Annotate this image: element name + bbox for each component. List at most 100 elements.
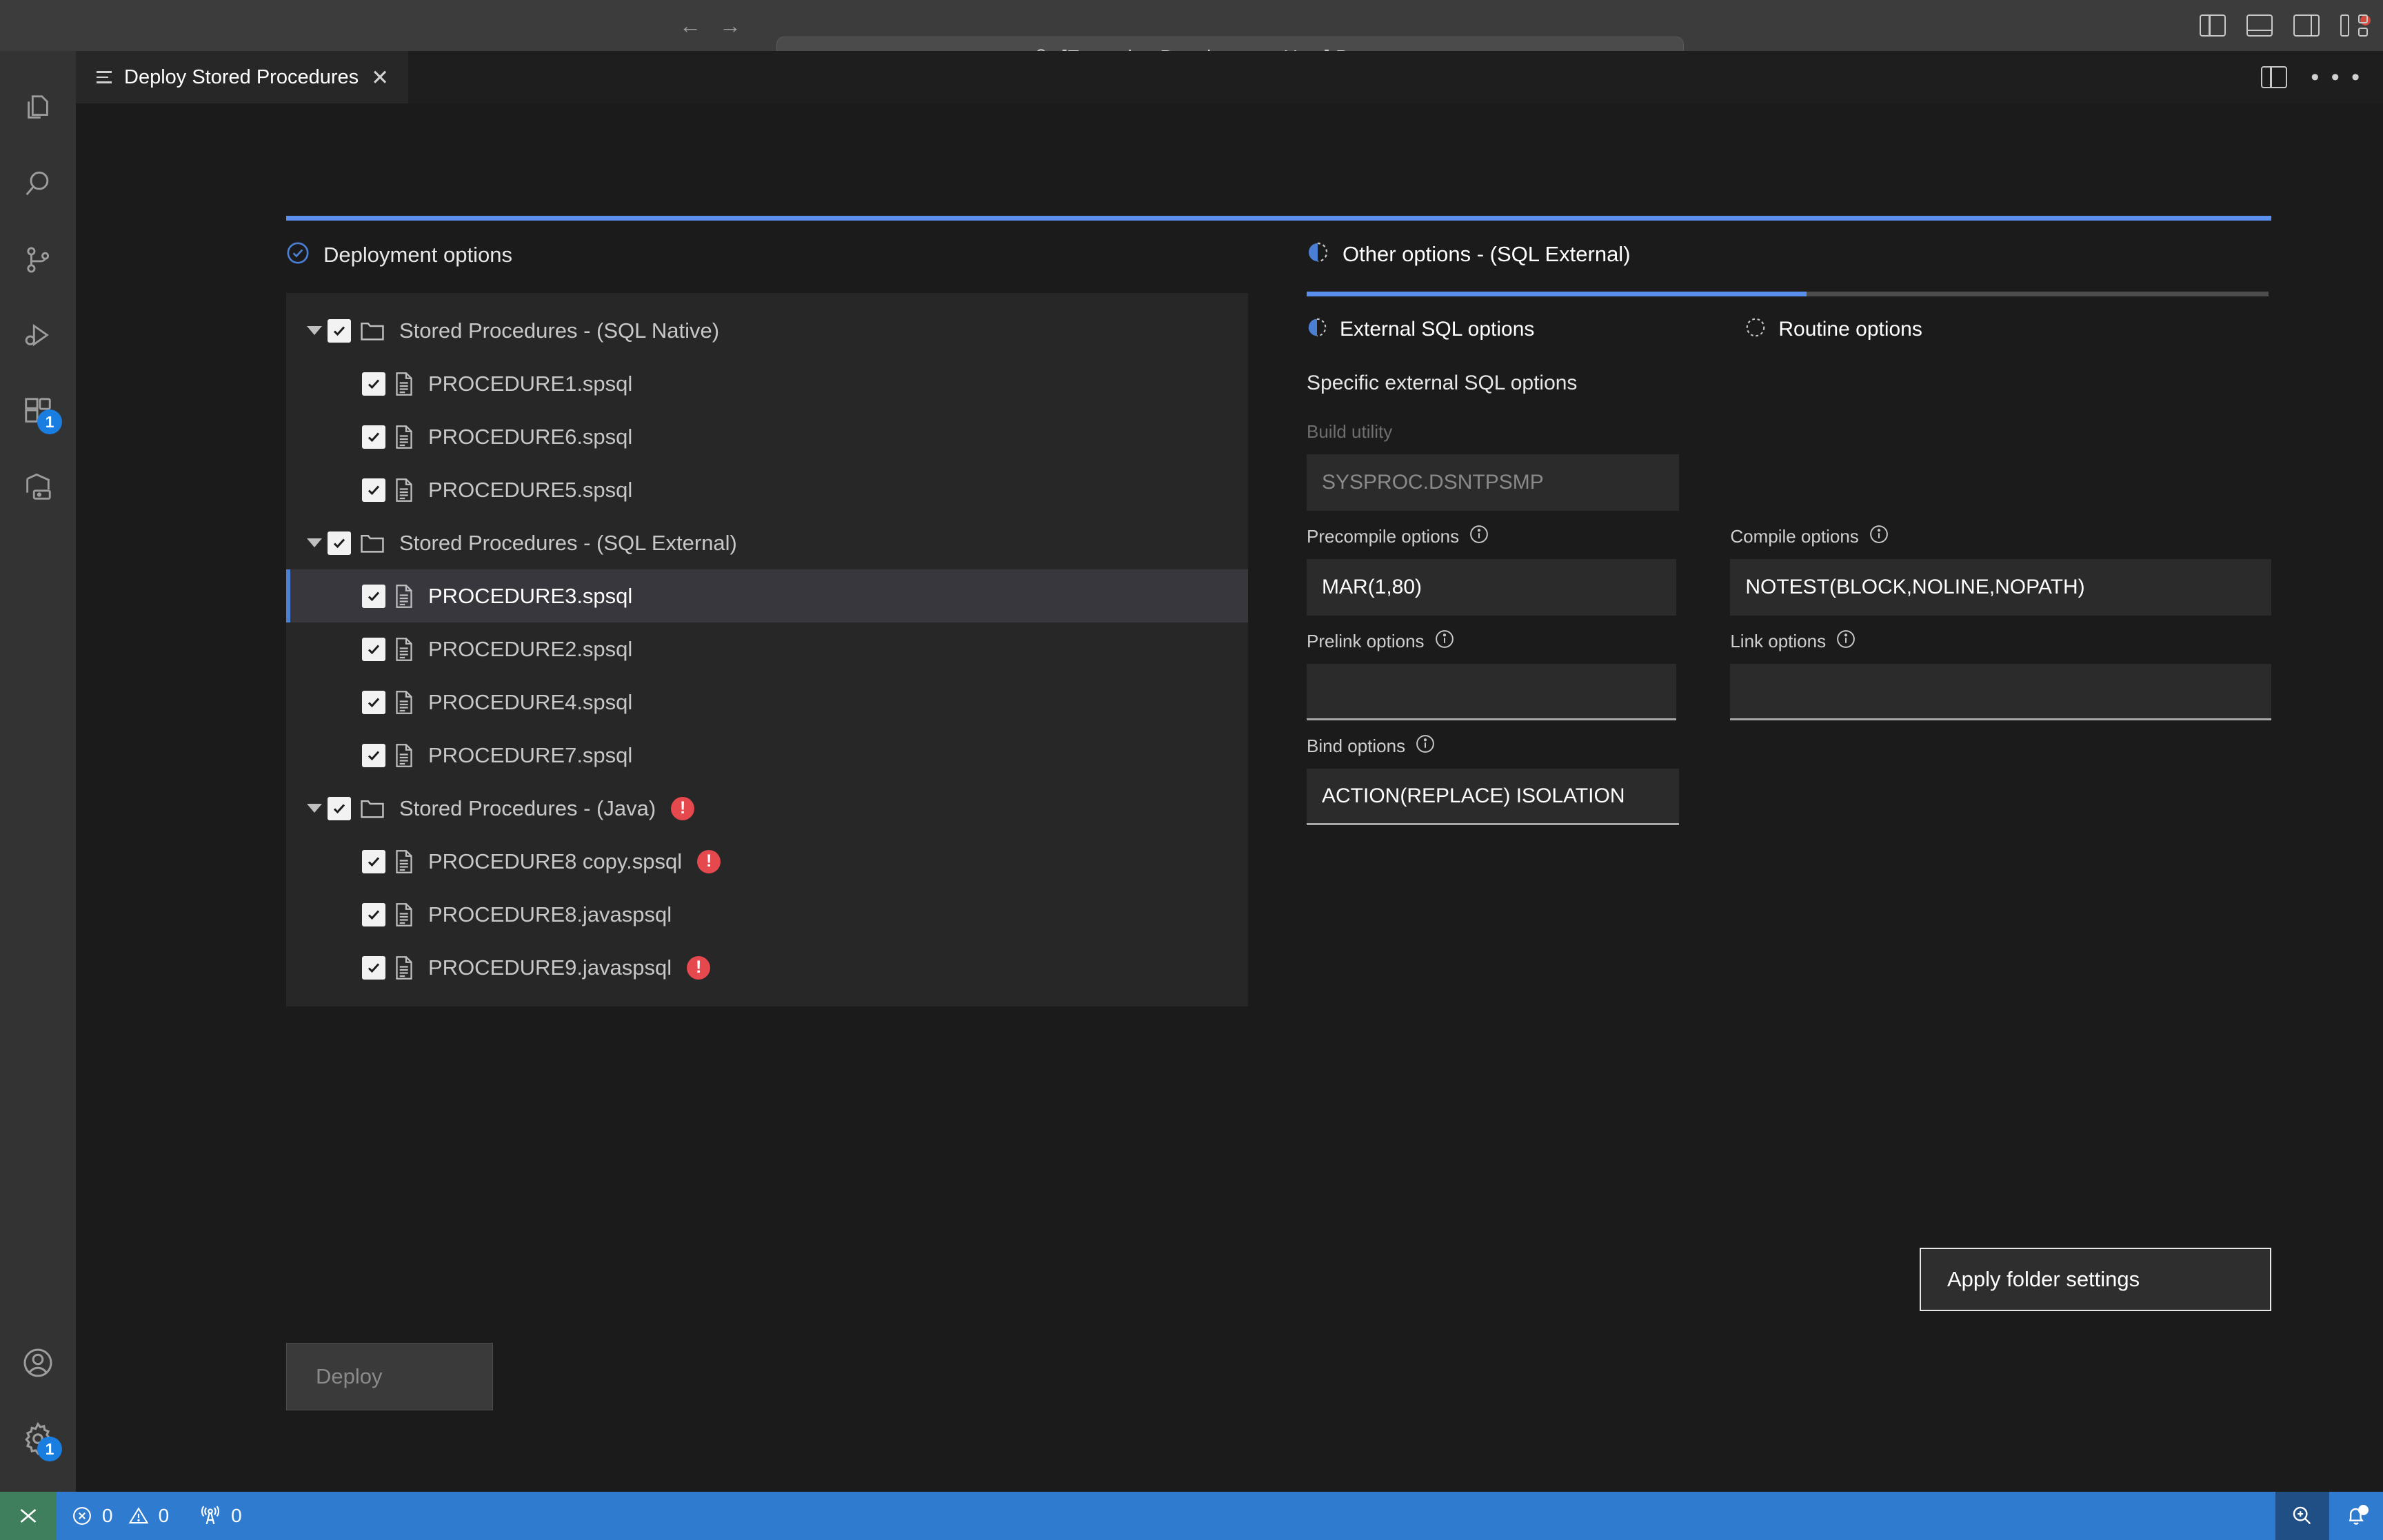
sidebar-item-search[interactable] xyxy=(0,146,76,222)
chevron-down-icon[interactable] xyxy=(301,326,328,335)
toggle-panel-icon[interactable] xyxy=(2246,14,2273,37)
info-icon[interactable] xyxy=(1469,524,1489,549)
activity-bar: 1 1 xyxy=(0,51,76,1492)
title-bar: ← → [Extension Development Host] Documen… xyxy=(0,0,2383,79)
tree-file-row[interactable]: PROCEDURE5.spsql xyxy=(286,463,1248,516)
tree-file-row[interactable]: PROCEDURE1.spsql xyxy=(286,357,1248,410)
tree-file-row[interactable]: PROCEDURE6.spsql xyxy=(286,410,1248,463)
customize-layout-icon[interactable] xyxy=(2340,14,2368,37)
info-icon[interactable] xyxy=(1434,629,1455,654)
other-options-title: Other options - (SQL External) xyxy=(1343,241,1631,266)
sidebar-item-source-control[interactable] xyxy=(0,222,76,298)
tree-checkbox[interactable] xyxy=(362,743,385,767)
toggle-secondary-sidebar-icon[interactable] xyxy=(2293,14,2320,37)
errors-count: 0 xyxy=(102,1505,113,1526)
sidebar-item-accounts[interactable] xyxy=(0,1325,76,1401)
bind-options-input[interactable]: ACTION(REPLACE) ISOLATION xyxy=(1307,769,1679,825)
arrow-left-icon[interactable]: ← xyxy=(679,14,701,37)
info-icon[interactable] xyxy=(1415,733,1436,759)
check-circle-icon xyxy=(286,241,310,268)
zoom-in-button[interactable] xyxy=(2275,1492,2329,1540)
tree-item-label: PROCEDURE8.javaspsql xyxy=(428,902,672,926)
tree-checkbox[interactable] xyxy=(328,318,351,343)
options-tab-strip: External SQL options Routine options xyxy=(1307,317,2271,341)
form-field-prelink-options: Prelink options xyxy=(1307,629,1677,720)
warning-triangle-icon xyxy=(128,1507,148,1524)
files-icon xyxy=(28,95,48,119)
tree-checkbox[interactable] xyxy=(362,637,385,661)
tree-checkbox[interactable] xyxy=(362,955,385,980)
info-icon[interactable] xyxy=(1836,629,1856,654)
layout-controls xyxy=(2200,0,2368,51)
compile-options-input[interactable]: NOTEST(BLOCK,NOLINE,NOPATH) xyxy=(1730,559,2271,616)
deployment-tree: Stored Procedures - (SQL Native) PROCEDUR… xyxy=(286,293,1248,1006)
file-icon xyxy=(394,372,414,396)
account-icon xyxy=(23,1348,52,1377)
tree-file-row[interactable]: PROCEDURE3.spsql xyxy=(286,569,1248,622)
tree-file-row[interactable]: PROCEDURE2.spsql xyxy=(286,622,1248,676)
sidebar-item-run-and-debug[interactable] xyxy=(0,298,76,374)
prelink-options-input[interactable] xyxy=(1307,664,1677,720)
close-icon[interactable]: ✕ xyxy=(371,67,389,88)
problems-status[interactable]: 0 0 xyxy=(57,1492,184,1540)
tree-folder-row[interactable]: Stored Procedures - (SQL Native) xyxy=(286,304,1248,357)
remote-window-indicator[interactable] xyxy=(0,1492,57,1540)
notifications-button[interactable] xyxy=(2329,1492,2383,1540)
sidebar-item-settings[interactable]: 1 xyxy=(0,1401,76,1477)
chevron-down-icon[interactable] xyxy=(301,538,328,547)
tree-checkbox[interactable] xyxy=(328,531,351,555)
folder-icon xyxy=(359,797,385,820)
form-field-link-options: Link options xyxy=(1730,629,2271,720)
tree-file-row[interactable]: PROCEDURE8 copy.spsql! xyxy=(286,835,1248,888)
radio-tower-icon xyxy=(201,1506,220,1525)
sidebar-item-db-connections[interactable] xyxy=(0,449,76,525)
file-icon xyxy=(394,637,414,662)
tree-checkbox[interactable] xyxy=(328,796,351,820)
search-icon xyxy=(26,171,49,196)
status-bar-spacer xyxy=(257,1492,2275,1540)
tree-checkbox[interactable] xyxy=(362,425,385,449)
arrow-right-icon[interactable]: → xyxy=(719,14,741,37)
tree-folder-row[interactable]: Stored Procedures - (SQL External) xyxy=(286,516,1248,569)
file-icon xyxy=(394,902,414,927)
tree-file-row[interactable]: PROCEDURE8.javaspsql xyxy=(286,888,1248,941)
tree-item-label: PROCEDURE3.spsql xyxy=(428,583,633,608)
tab-routine-options[interactable]: Routine options xyxy=(1745,317,1922,341)
tree-checkbox[interactable] xyxy=(362,902,385,926)
chevron-down-icon[interactable] xyxy=(301,804,328,813)
ports-status[interactable]: 0 xyxy=(184,1492,257,1540)
tree-checkbox[interactable] xyxy=(362,849,385,873)
tree-file-row[interactable]: PROCEDURE9.javaspsql! xyxy=(286,941,1248,994)
bind-options-label: Bind options xyxy=(1307,734,1679,758)
form-field-precompile-options: Precompile options MAR(1,80) xyxy=(1307,524,1677,616)
tab-deploy-stored-procedures[interactable]: Deploy Stored Procedures ✕ xyxy=(76,51,409,103)
deploy-button[interactable]: Deploy xyxy=(286,1343,493,1410)
sidebar-item-explorer[interactable] xyxy=(0,70,76,146)
sidebar-item-extensions[interactable]: 1 xyxy=(0,374,76,449)
more-actions-icon[interactable]: • • • xyxy=(2311,65,2362,89)
tree-file-row[interactable]: PROCEDURE4.spsql xyxy=(286,676,1248,729)
tree-file-row[interactable]: PROCEDURE7.spsql xyxy=(286,729,1248,782)
precompile-options-input[interactable]: MAR(1,80) xyxy=(1307,559,1677,616)
build-utility-input[interactable]: SYSPROC.DSNTPSMP xyxy=(1307,454,1679,511)
tree-checkbox[interactable] xyxy=(362,690,385,714)
tree-item-label: PROCEDURE5.spsql xyxy=(428,477,633,502)
tree-folder-row[interactable]: Stored Procedures - (Java)! xyxy=(286,782,1248,835)
toggle-primary-sidebar-icon[interactable] xyxy=(2200,14,2226,37)
tree-checkbox[interactable] xyxy=(362,478,385,502)
navigation-arrows: ← → xyxy=(679,0,741,51)
apply-folder-settings-button[interactable]: Apply folder settings xyxy=(1920,1248,2271,1311)
half-circle-icon xyxy=(1307,241,1329,267)
tree-checkbox[interactable] xyxy=(362,372,385,396)
link-options-input[interactable] xyxy=(1730,664,2271,720)
half-circle-icon xyxy=(1307,317,1327,341)
split-editor-icon[interactable] xyxy=(2261,66,2288,88)
editor-webview: Deployment options Stored Procedures - (… xyxy=(76,103,2383,1492)
compile-options-label: Compile options xyxy=(1730,525,2271,548)
info-icon[interactable] xyxy=(1869,524,1889,549)
half-circle-glyph xyxy=(1308,242,1328,263)
file-icon xyxy=(394,425,414,449)
ports-count: 0 xyxy=(231,1505,242,1526)
tree-checkbox[interactable] xyxy=(362,584,385,608)
tab-external-sql-options[interactable]: External SQL options xyxy=(1307,317,1534,341)
